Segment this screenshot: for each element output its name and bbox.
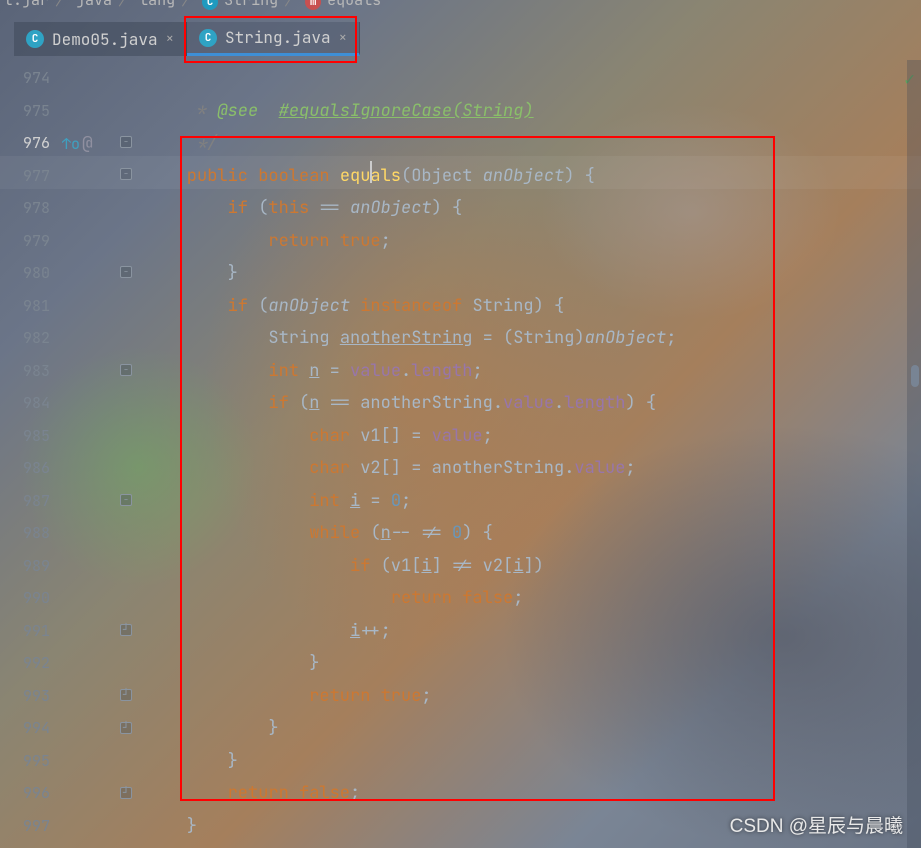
tab-label: String.java xyxy=(225,27,331,48)
chevron-right-icon: 〉 xyxy=(284,0,299,10)
chevron-right-icon: 〉 xyxy=(55,0,70,10)
fold-toggle[interactable]: − xyxy=(120,168,132,180)
watermark-text: CSDN @星辰与晨曦 xyxy=(730,811,903,838)
editor-tabs: C Demo05.java × C String.java × xyxy=(14,22,360,56)
close-icon[interactable]: × xyxy=(339,29,347,47)
line-number[interactable]: 979 xyxy=(0,225,58,258)
line-number[interactable]: 987 xyxy=(0,485,58,518)
line-number[interactable]: 985 xyxy=(0,420,58,453)
line-number[interactable]: 993 xyxy=(0,680,58,713)
breadcrumb-item[interactable]: java xyxy=(76,0,112,10)
line-number[interactable]: 981 xyxy=(0,290,58,323)
line-number[interactable]: 978 xyxy=(0,192,58,225)
line-number[interactable]: 975 xyxy=(0,95,58,128)
method-icon: m xyxy=(305,0,321,10)
line-number[interactable]: 986 xyxy=(0,452,58,485)
line-number[interactable]: 997 xyxy=(0,810,58,843)
tab-demo05[interactable]: C Demo05.java × xyxy=(14,22,187,56)
tab-label: Demo05.java xyxy=(52,29,158,50)
scrollbar-vertical[interactable] xyxy=(907,60,921,848)
override-icon: ↑o xyxy=(62,134,80,154)
chevron-right-icon: 〉 xyxy=(181,0,196,10)
breadcrumb-item[interactable]: lang xyxy=(139,0,175,10)
line-number[interactable]: 992 xyxy=(0,647,58,680)
line-number-gutter: 974 975 976 977 978 979 980 981 982 983 … xyxy=(0,62,58,842)
close-icon[interactable]: × xyxy=(166,30,174,48)
breadcrumb-item[interactable]: t.jar xyxy=(4,0,49,10)
at-icon: @ xyxy=(82,132,93,155)
fold-toggle[interactable]: − xyxy=(120,364,132,376)
fold-end[interactable]: ┘ xyxy=(120,787,132,799)
line-number[interactable]: 977 xyxy=(0,160,58,193)
class-file-icon: C xyxy=(26,30,44,48)
fold-toggle[interactable]: − xyxy=(120,266,132,278)
line-number[interactable]: 988 xyxy=(0,517,58,550)
line-number[interactable]: 983 xyxy=(0,355,58,388)
fold-end[interactable]: ┘ xyxy=(120,689,132,701)
fold-toggle[interactable]: − xyxy=(120,136,132,148)
breadcrumb-item[interactable]: equals xyxy=(327,0,381,10)
line-number[interactable]: 984 xyxy=(0,387,58,420)
class-file-icon: C xyxy=(199,29,217,47)
line-number[interactable]: 991 xyxy=(0,615,58,648)
code-editor[interactable]: * @see #equalsIgnoreCase(String) */ publ… xyxy=(146,62,915,842)
breadcrumb-item[interactable]: String xyxy=(224,0,278,10)
line-number[interactable]: 976 xyxy=(0,127,58,160)
line-number[interactable]: 996 xyxy=(0,777,58,810)
line-number[interactable]: 994 xyxy=(0,712,58,745)
tab-string[interactable]: C String.java × xyxy=(187,22,360,56)
override-marker[interactable]: ↑o @ xyxy=(62,132,93,155)
line-number[interactable]: 982 xyxy=(0,322,58,355)
class-icon: C xyxy=(202,0,218,10)
fold-toggle[interactable]: − xyxy=(120,494,132,506)
line-number[interactable]: 980 xyxy=(0,257,58,290)
text-caret xyxy=(370,161,372,183)
line-number[interactable]: 995 xyxy=(0,745,58,778)
breadcrumb: t.jar 〉 java 〉 lang 〉 C String 〉 m equals xyxy=(0,0,921,10)
line-number[interactable]: 974 xyxy=(0,62,58,95)
line-number[interactable]: 989 xyxy=(0,550,58,583)
line-number[interactable]: 990 xyxy=(0,582,58,615)
fold-end[interactable]: ┘ xyxy=(120,624,132,636)
fold-end[interactable]: ┘ xyxy=(120,722,132,734)
chevron-right-icon: 〉 xyxy=(118,0,133,10)
scrollbar-thumb[interactable] xyxy=(911,365,919,387)
